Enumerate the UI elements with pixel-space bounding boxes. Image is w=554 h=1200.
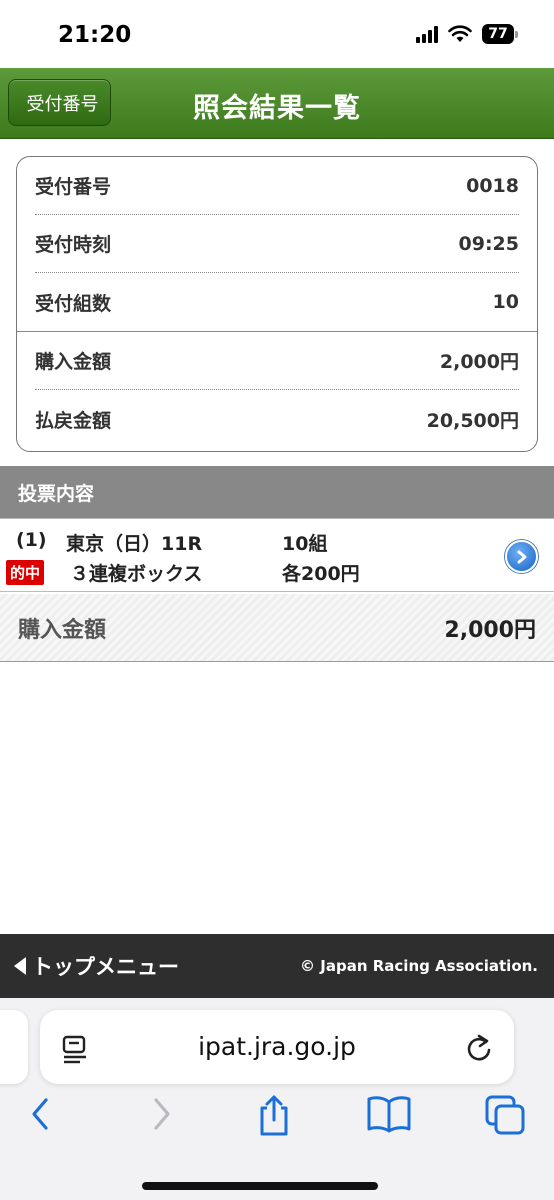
receipt-label: 受付組数	[35, 292, 112, 315]
receipt-value: 10	[492, 291, 519, 313]
receipt-label: 受付番号	[35, 176, 112, 198]
tabs-icon[interactable]	[484, 1094, 528, 1136]
bet-section-header: 投票内容	[0, 466, 554, 518]
status-icons: 77	[416, 24, 518, 44]
receipt-value: 09:25	[458, 232, 519, 255]
home-indicator	[142, 1182, 378, 1190]
address-bar[interactable]: ipat.jra.go.jp	[40, 1010, 514, 1084]
battery-icon: 77	[482, 24, 518, 44]
receipt-row-payout: 払戻金額 20,500円	[35, 390, 519, 448]
copyright: © Japan Racing Association.	[300, 957, 538, 975]
hit-badge: 的中	[6, 560, 45, 585]
bookmarks-icon[interactable]	[366, 1094, 412, 1134]
page-title: 照会結果一覧	[193, 93, 361, 124]
total-label: 購入金額	[18, 617, 107, 643]
reload-icon[interactable]	[464, 1032, 494, 1064]
status-bar: 21:20 77	[0, 0, 554, 68]
wifi-icon	[448, 25, 472, 42]
top-menu-link[interactable]: トップメニュー	[14, 951, 179, 981]
forward-arrow-icon[interactable]	[146, 1094, 176, 1134]
triangle-left-icon	[14, 957, 26, 975]
share-icon[interactable]	[254, 1094, 294, 1138]
url-text: ipat.jra.go.jp	[198, 1032, 356, 1061]
browser-toolbar	[0, 1094, 554, 1144]
chevron-right-icon[interactable]	[505, 540, 538, 573]
bet-row[interactable]: (1) 東京（日）11R 10組 的中 ３連複ボックス 各200円	[0, 518, 554, 592]
receipt-row-time: 受付時刻 09:25	[35, 215, 519, 273]
total-row: 購入金額 2,000円	[0, 594, 554, 662]
bet-type: ３連複ボックス	[70, 563, 203, 585]
receipt-row-purchase: 購入金額 2,000円	[35, 332, 519, 390]
receipt-row-count: 受付組数 10	[35, 273, 519, 331]
cellular-signal-icon	[416, 25, 438, 43]
battery-level: 77	[482, 24, 514, 44]
total-value: 2,000円	[444, 617, 536, 643]
receipt-label: 払戻金額	[35, 409, 112, 432]
bet-index: (1)	[16, 529, 47, 551]
bet-combos: 10組	[282, 533, 328, 555]
back-arrow-icon[interactable]	[26, 1094, 56, 1134]
bet-race: 東京（日）11R	[66, 533, 203, 555]
previous-tab[interactable]	[0, 1010, 28, 1084]
receipt-value: 0018	[466, 174, 519, 197]
nav-header: 受付番号 照会結果一覧	[0, 68, 554, 139]
receipt-label: 受付時刻	[35, 234, 112, 256]
receipt-row-number: 受付番号 0018	[35, 157, 519, 215]
top-menu-label: トップメニュー	[32, 955, 179, 979]
receipt-label: 購入金額	[35, 351, 112, 373]
receipt-card: 受付番号 0018 受付時刻 09:25 受付組数 10 購入金額 2,000円…	[16, 156, 538, 452]
status-time: 21:20	[58, 22, 132, 48]
receipt-value: 2,000円	[439, 351, 519, 373]
browser-chrome: ipat.jra.go.jp	[0, 998, 554, 1200]
bet-unit-amount: 各200円	[282, 563, 360, 585]
receipt-value: 20,500円	[426, 409, 519, 432]
footer-bar: トップメニュー © Japan Racing Association.	[0, 934, 554, 998]
